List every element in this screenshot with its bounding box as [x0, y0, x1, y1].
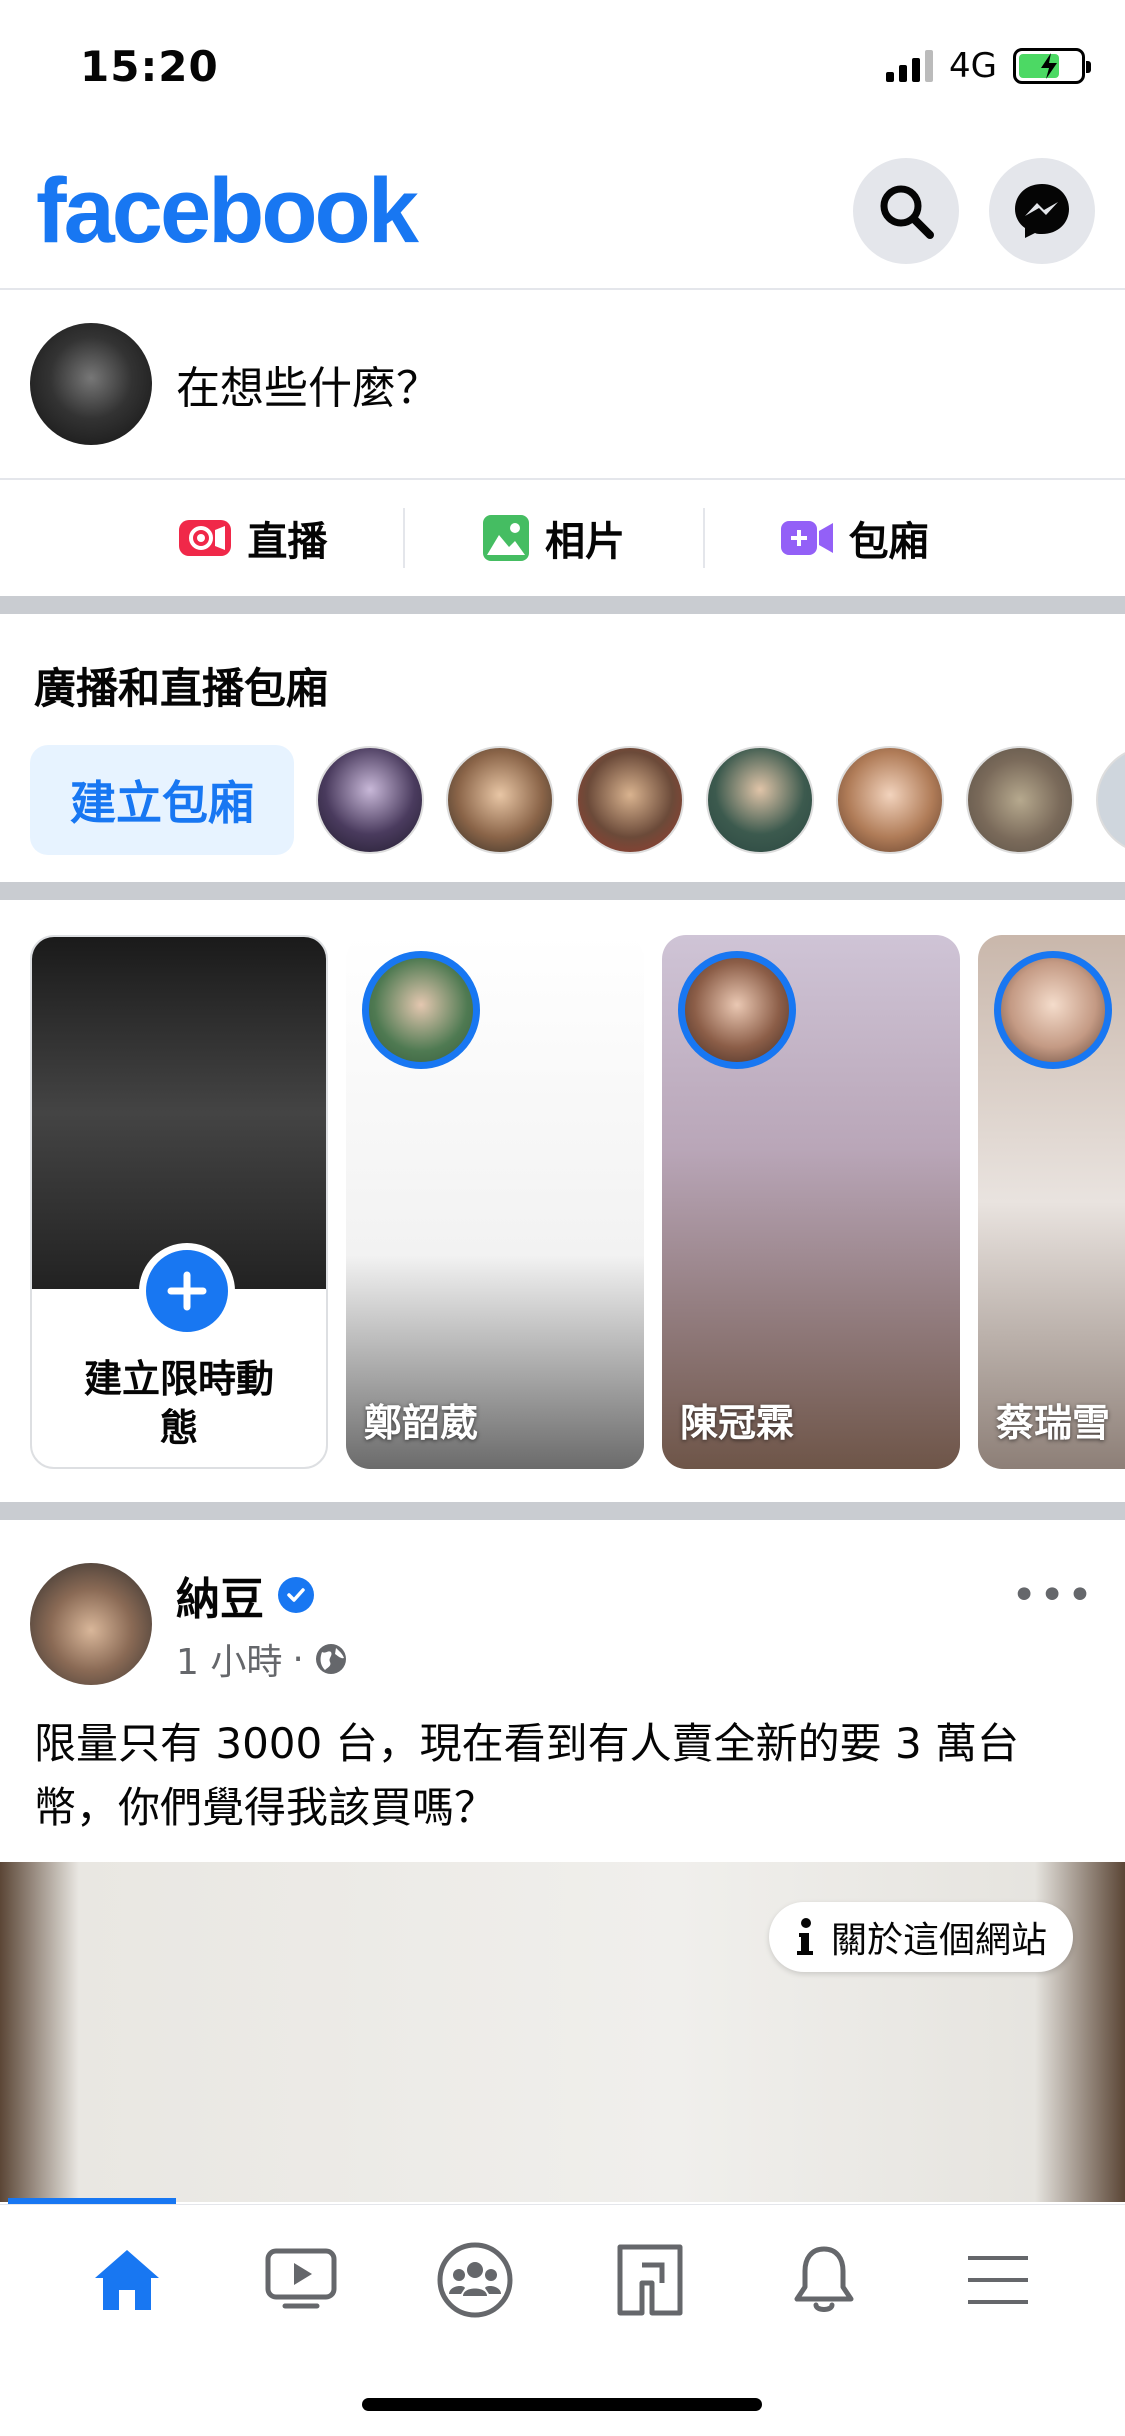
tab-notifications[interactable] — [764, 2230, 884, 2330]
facebook-logo[interactable]: facebook — [30, 159, 419, 264]
rooms-row[interactable]: 建立包廂 — [30, 740, 1125, 860]
room-video-icon — [780, 521, 833, 555]
story-avatar — [362, 951, 480, 1069]
bottom-tab-bar — [0, 2204, 1125, 2354]
tab-watch[interactable] — [241, 2230, 361, 2330]
room-avatar[interactable] — [966, 746, 1074, 854]
plus-icon — [167, 1271, 207, 1311]
create-story-card[interactable]: 建立限時動態 — [30, 935, 328, 1469]
section-divider — [0, 1502, 1125, 1520]
about-site-label: 關於這個網站 — [830, 1920, 1047, 1961]
story-author: 陳冠霖 — [680, 1401, 795, 1445]
messenger-button[interactable] — [989, 158, 1095, 264]
composer-actions: 直播 相片 包廂 — [104, 508, 1004, 568]
verified-badge-icon — [278, 1577, 314, 1613]
story-card[interactable]: 陳冠霖 — [662, 935, 960, 1469]
globe-icon — [315, 1644, 346, 1674]
post-text: 限量只有 3000 台，現在看到有人賣全新的要 3 萬台幣，你們覺得我該買嗎？ — [34, 1719, 1020, 1832]
groups-icon — [437, 2242, 513, 2317]
search-icon — [880, 185, 934, 239]
post-header: 納豆 1 小時 · ••• — [30, 1562, 1095, 1686]
post-image[interactable]: 關於這個網站 — [0, 1862, 1125, 2202]
room-avatar[interactable] — [316, 746, 424, 854]
room-avatar[interactable] — [446, 746, 554, 854]
info-icon — [796, 1918, 813, 1955]
room-avatar[interactable] — [836, 746, 944, 854]
post-composer[interactable]: 在想些什麼？ — [30, 318, 440, 450]
post-author-row: 納豆 — [176, 1563, 348, 1627]
add-story-button[interactable] — [139, 1243, 235, 1339]
room-button[interactable]: 包廂 — [705, 508, 1004, 568]
tab-menu[interactable] — [938, 2230, 1058, 2330]
room-avatar[interactable] — [706, 746, 814, 854]
room-avatar[interactable] — [576, 746, 684, 854]
post-time-row: 1 小時 · — [176, 1633, 348, 1685]
photo-icon — [483, 515, 529, 561]
signal-icon — [886, 50, 934, 82]
network-label: 4G — [949, 46, 997, 86]
menu-icon — [967, 2255, 1028, 2304]
search-button[interactable] — [853, 158, 959, 264]
post-author[interactable]: 納豆 — [176, 1563, 264, 1627]
status-time: 15:20 — [80, 42, 219, 91]
photo-label: 相片 — [545, 519, 625, 565]
post-separator: · — [292, 1638, 304, 1680]
header-actions — [853, 158, 1095, 264]
home-icon — [95, 2249, 160, 2310]
about-site-button[interactable]: 關於這個網站 — [768, 1902, 1073, 1972]
photo-button[interactable]: 相片 — [405, 508, 706, 568]
live-video-icon — [179, 520, 232, 556]
section-divider — [0, 596, 1125, 614]
user-avatar[interactable] — [30, 323, 152, 445]
home-indicator — [362, 2398, 762, 2411]
divider — [0, 478, 1125, 480]
story-card[interactable]: 蔡瑞雪 — [978, 935, 1125, 1469]
battery-icon — [1013, 48, 1091, 84]
tab-home[interactable] — [67, 2230, 187, 2330]
rooms-title: 廣播和直播包廂 — [34, 664, 329, 713]
video-icon — [265, 2248, 337, 2308]
create-story-photo — [32, 937, 326, 1289]
stories-row: 建立限時動態 鄭韶葳 陳冠霖 蔡瑞雪 — [30, 935, 1125, 1469]
tab-gaming[interactable] — [590, 2230, 710, 2330]
create-room-button[interactable]: 建立包廂 — [30, 745, 294, 855]
status-bar: 15:20 4G — [0, 0, 1125, 130]
story-author: 蔡瑞雪 — [996, 1401, 1111, 1445]
composer-placeholder[interactable]: 在想些什麼？ — [176, 352, 440, 416]
post-time[interactable]: 1 小時 — [176, 1633, 282, 1685]
story-avatar — [994, 951, 1112, 1069]
live-label: 直播 — [247, 519, 328, 565]
status-indicators: 4G — [886, 46, 1091, 86]
section-divider — [0, 882, 1125, 900]
room-avatar[interactable] — [1096, 746, 1125, 854]
app-header: facebook — [30, 148, 1095, 274]
author-avatar[interactable] — [30, 1563, 152, 1685]
room-label: 包廂 — [848, 519, 929, 565]
bell-icon — [794, 2246, 854, 2312]
story-author: 鄭韶葳 — [364, 1401, 479, 1445]
create-story-label: 建立限時動態 — [83, 1357, 274, 1451]
story-avatar — [678, 951, 796, 1069]
divider — [0, 288, 1125, 290]
live-button[interactable]: 直播 — [104, 508, 405, 568]
story-card[interactable]: 鄭韶葳 — [346, 935, 644, 1469]
post-meta: 納豆 1 小時 · — [176, 1563, 348, 1685]
messenger-icon — [1015, 184, 1069, 238]
more-options-button[interactable]: ••• — [1011, 1570, 1095, 1621]
tab-groups[interactable] — [415, 2230, 535, 2330]
gaming-icon — [617, 2244, 683, 2315]
